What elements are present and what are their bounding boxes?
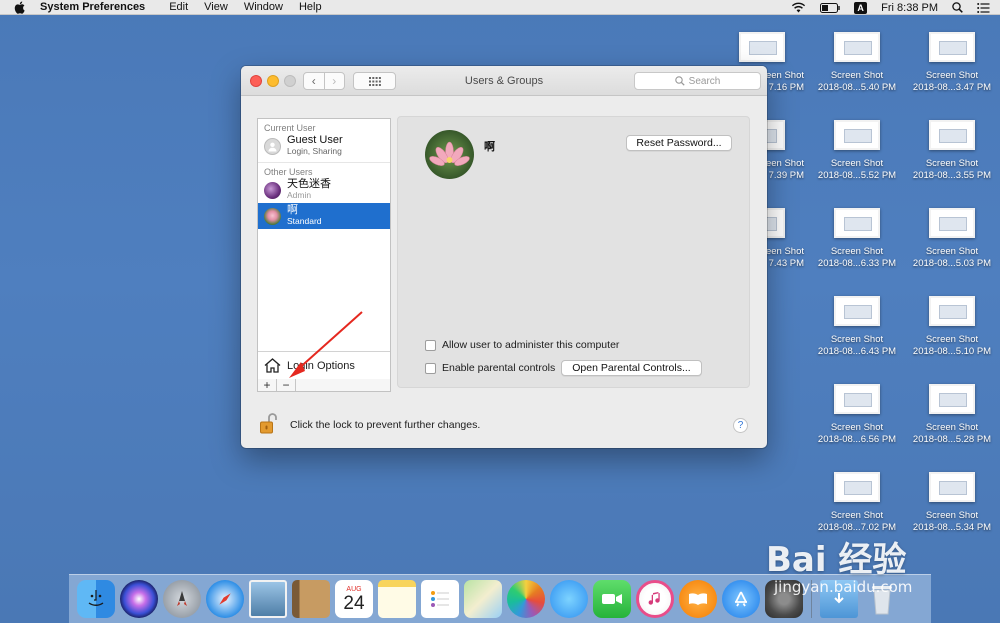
screenshot-thumbnail <box>929 384 975 414</box>
allow-admin-checkbox[interactable] <box>425 339 436 351</box>
user-name: 啊 <box>287 204 298 216</box>
photo-preview-icon[interactable] <box>249 580 287 618</box>
parental-controls-label: Enable parental controls <box>442 362 556 374</box>
allow-admin-checkbox-row[interactable]: Allow user to administer this computer <box>425 339 619 351</box>
desktop-screenshot-icon[interactable]: Screen Shot 2018-08...5.28 PM <box>906 384 998 446</box>
screenshot-thumbnail <box>834 120 880 150</box>
login-options-label: Login Options <box>287 359 355 372</box>
user-role: Standard <box>287 216 322 226</box>
desktop-screenshot-icon[interactable]: Screen Shot 2018-08...5.52 PM <box>811 120 903 182</box>
desktop-screenshot-icon[interactable]: Screen Shot 2018-08...5.03 PM <box>906 208 998 270</box>
screenshot-thumbnail <box>834 384 880 414</box>
house-icon <box>264 358 281 373</box>
guest-user-avatar <box>264 137 281 155</box>
other-users-header: Other Users <box>258 162 390 177</box>
screenshot-thumbnail <box>834 472 880 502</box>
safari-icon[interactable] <box>206 580 244 618</box>
user-row-admin[interactable]: 天色迷香 Admin <box>258 177 390 203</box>
user-list: Current User Guest User Login, Sharing O… <box>257 118 391 380</box>
open-parental-controls-button[interactable]: Open Parental Controls... <box>561 360 702 376</box>
battery-icon[interactable] <box>820 2 840 13</box>
search-field[interactable]: Search <box>634 72 761 90</box>
screenshot-thumbnail <box>929 32 975 62</box>
finder-icon[interactable] <box>77 580 115 618</box>
screenshot-thumbnail <box>834 32 880 62</box>
desktop-screenshot-icon[interactable]: Screen Shot 2018-08...6.56 PM <box>811 384 903 446</box>
lotus-avatar[interactable] <box>425 130 474 179</box>
desktop-screenshot-icon[interactable]: Screen Shot 2018-08...5.40 PM <box>811 32 903 94</box>
selected-user-name: 啊 <box>484 141 495 153</box>
desktop-screenshot-icon[interactable]: Screen Shot 2018-08...7.02 PM <box>811 472 903 534</box>
lock-message: Click the lock to prevent further change… <box>290 418 481 431</box>
facetime-icon[interactable] <box>593 580 631 618</box>
user-role: Admin <box>287 190 312 200</box>
user-name: Guest User <box>287 134 343 146</box>
search-icon <box>674 76 685 86</box>
help-button[interactable]: ? <box>733 418 748 433</box>
allow-admin-label: Allow user to administer this computer <box>442 339 620 351</box>
parental-controls-checkbox[interactable] <box>425 362 436 374</box>
app-menu[interactable]: System Preferences <box>40 1 145 13</box>
menu-bar: System Preferences Edit View Window Help… <box>0 0 1000 15</box>
desktop-screenshot-icon[interactable]: Screen Shot 2018-08...6.43 PM <box>811 296 903 358</box>
user-row-guest[interactable]: Guest User Login, Sharing <box>258 133 390 159</box>
siri-icon[interactable] <box>120 580 158 618</box>
screenshot-thumbnail <box>929 120 975 150</box>
notification-center-icon[interactable] <box>977 2 990 13</box>
screenshot-thumbnail <box>834 208 880 238</box>
parental-controls-checkbox-row[interactable]: Enable parental controls <box>425 362 555 374</box>
menu-clock[interactable]: Fri 8:38 PM <box>881 2 938 14</box>
reminders-icon[interactable] <box>421 580 459 618</box>
input-source-icon[interactable]: A <box>854 1 868 14</box>
user-name: 天色迷香 <box>287 178 331 190</box>
screenshot-thumbnail <box>929 472 975 502</box>
itunes-icon[interactable] <box>636 580 674 618</box>
baidu-watermark: Bai 经验 <box>766 540 907 580</box>
app-store-icon[interactable] <box>722 580 760 618</box>
desktop-screenshot-icon[interactable]: Screen Shot 2018-08...5.34 PM <box>906 472 998 534</box>
calendar-icon[interactable]: AUG 24 <box>335 580 373 618</box>
baidu-watermark-url: jingyan.baidu.com <box>774 578 913 596</box>
wifi-icon[interactable] <box>791 2 806 13</box>
user-role: Login, Sharing <box>287 146 342 156</box>
screenshot-thumbnail <box>739 32 785 62</box>
photos-icon[interactable] <box>507 580 545 618</box>
lotus-avatar <box>264 207 281 225</box>
login-options-item[interactable]: Login Options <box>258 351 390 379</box>
window-titlebar[interactable]: ‹ › Users & Groups Search <box>241 66 767 96</box>
desktop-screenshot-icon[interactable]: Screen Shot 2018-08...6.33 PM <box>811 208 903 270</box>
remove-user-button[interactable]: − <box>277 379 296 391</box>
unlocked-lock-icon[interactable] <box>260 412 278 437</box>
screenshot-thumbnail <box>834 296 880 326</box>
maps-icon[interactable] <box>464 580 502 618</box>
lock-row: Click the lock to prevent further change… <box>260 412 480 437</box>
user-row-standard[interactable]: 啊 Standard <box>258 203 390 229</box>
view-menu[interactable]: View <box>204 1 228 13</box>
admin-user-avatar <box>264 181 281 199</box>
contacts-icon[interactable] <box>292 580 330 618</box>
add-user-button[interactable]: + <box>258 379 277 391</box>
screenshot-thumbnail <box>929 296 975 326</box>
notes-icon[interactable] <box>378 580 416 618</box>
screenshot-thumbnail <box>929 208 975 238</box>
help-menu[interactable]: Help <box>299 1 322 13</box>
desktop-screenshot-icon[interactable]: Screen Shot 2018-08...3.55 PM <box>906 120 998 182</box>
messages-icon[interactable] <box>550 580 588 618</box>
edit-menu[interactable]: Edit <box>169 1 188 13</box>
reset-password-button[interactable]: Reset Password... <box>626 135 732 151</box>
spotlight-search-icon[interactable] <box>952 2 963 13</box>
user-detail-pane: 啊 Reset Password... Allow user to admini… <box>397 116 750 388</box>
current-user-header: Current User <box>264 123 316 133</box>
search-placeholder: Search <box>688 75 721 87</box>
desktop-screenshot-icon[interactable]: Screen Shot 2018-08...5.10 PM <box>906 296 998 358</box>
users-groups-window: ‹ › Users & Groups Search Current User G… <box>241 66 767 448</box>
launchpad-icon[interactable] <box>163 580 201 618</box>
window-menu[interactable]: Window <box>244 1 283 13</box>
apple-menu-icon[interactable] <box>12 0 26 14</box>
ibooks-icon[interactable] <box>679 580 717 618</box>
add-remove-bar: + − <box>257 379 391 392</box>
desktop-screenshot-icon[interactable]: Screen Shot 2018-08...3.47 PM <box>906 32 998 94</box>
